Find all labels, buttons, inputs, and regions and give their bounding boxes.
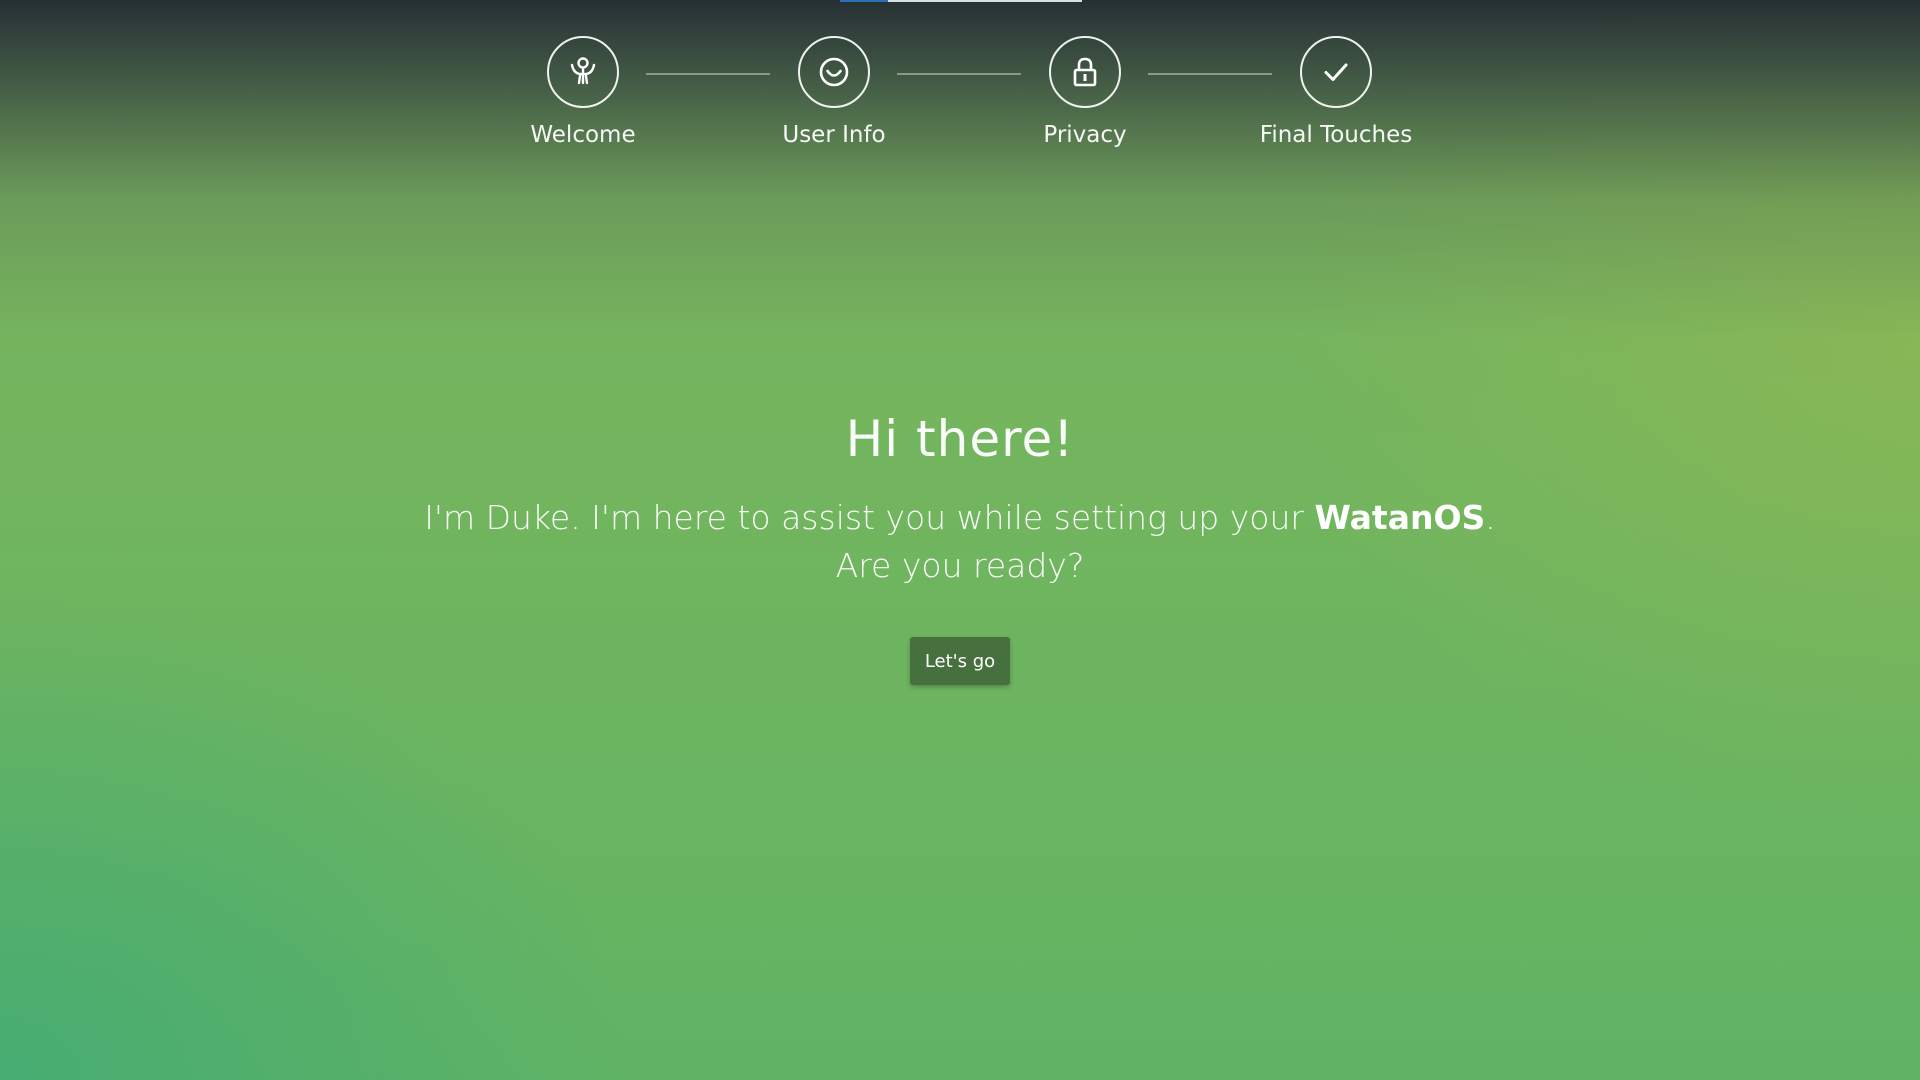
step-user-info-circle [798, 36, 870, 108]
page-title: Hi there! [845, 410, 1075, 468]
step-privacy-circle [1049, 36, 1121, 108]
step-final-touches-circle [1300, 36, 1372, 108]
smiley-icon [819, 57, 849, 87]
step-user-info-label: User Info [782, 122, 886, 148]
lock-icon [1073, 57, 1097, 87]
intro-text: I'm Duke. I'm here to assist you while s… [0, 494, 1920, 590]
step-welcome-circle [547, 36, 619, 108]
step-privacy: Privacy [985, 36, 1185, 148]
brand-name: WatanOS [1314, 498, 1486, 537]
step-welcome-label: Welcome [530, 122, 636, 148]
welcome-hero: Hi there! I'm Duke. I'm here to assist y… [0, 410, 1920, 590]
ready-question: Are you ready? [835, 546, 1085, 585]
lets-go-button[interactable]: Let's go [910, 637, 1010, 685]
step-user-info: User Info [734, 36, 934, 148]
step-final-touches-label: Final Touches [1259, 122, 1413, 148]
intro-text-end: . [1485, 498, 1496, 537]
top-progress-indicator-active [840, 0, 888, 2]
welcome-person-icon [570, 57, 596, 85]
setup-steps-bar: Welcome User Info Privacy Final Touches [0, 36, 1920, 166]
top-progress-indicator [840, 0, 1082, 2]
step-privacy-label: Privacy [1043, 122, 1127, 148]
step-final-touches: Final Touches [1236, 36, 1436, 148]
checkmark-icon [1324, 63, 1348, 81]
intro-text-start: I'm Duke. I'm here to assist you while s… [424, 498, 1315, 537]
step-welcome: Welcome [483, 36, 683, 148]
